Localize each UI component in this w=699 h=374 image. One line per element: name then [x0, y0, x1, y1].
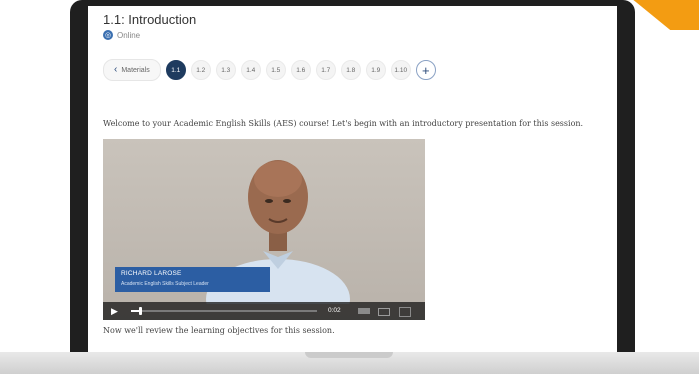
section-chip[interactable]: 1.1	[165, 60, 186, 80]
screen: 1.1: Introduction ◎ Online ‹ Materials 1…	[88, 6, 617, 352]
presenter-nametag: RICHARD LAROSE Academic English Skills S…	[115, 267, 270, 292]
section-nav: ‹ Materials 1.1 1.2 1.3 1.4 1.5 1.6 1.7 …	[103, 59, 436, 81]
play-icon[interactable]: ▶	[111, 306, 118, 317]
section-chip[interactable]: 1.8	[340, 60, 361, 80]
section-chip[interactable]: 1.7	[315, 60, 336, 80]
section-chip[interactable]: 1.4	[240, 60, 261, 80]
add-icon[interactable]: +	[415, 60, 436, 80]
volume-icon[interactable]	[358, 308, 370, 314]
materials-back-button[interactable]: ‹ Materials	[103, 59, 161, 81]
page-title: 1.1: Introduction	[103, 12, 197, 27]
section-chip[interactable]: 1.6	[290, 60, 311, 80]
screen-glare	[293, 6, 353, 34]
materials-label: Materials	[121, 66, 150, 74]
presenter-role: Academic English Skills Subject Leader	[121, 281, 209, 287]
objectives-paragraph: Now we'll review the learning objectives…	[103, 326, 335, 335]
laptop-base	[0, 352, 699, 374]
section-chip[interactable]: 1.10	[390, 60, 411, 80]
laptop-frame: 1.1: Introduction ◎ Online ‹ Materials 1…	[70, 0, 635, 352]
intro-paragraph: Welcome to your Academic English Skills …	[103, 119, 584, 128]
section-chip[interactable]: 1.9	[365, 60, 386, 80]
mode-label: Online	[117, 30, 141, 40]
video-player[interactable]: RICHARD LAROSE Academic English Skills S…	[103, 139, 425, 320]
fullscreen-icon[interactable]	[399, 307, 411, 317]
section-chip[interactable]: 1.5	[265, 60, 286, 80]
mode-row: ◎ Online	[103, 30, 140, 40]
video-seek-bar[interactable]	[131, 307, 317, 315]
globe-icon: ◎	[103, 30, 113, 40]
captions-icon[interactable]	[378, 308, 390, 316]
presenter-name: RICHARD LAROSE	[121, 270, 182, 277]
chevron-left-icon: ‹	[114, 64, 118, 75]
video-current-time: 0:02	[328, 307, 341, 314]
laptop-lip	[305, 352, 393, 358]
video-controls: ▶ 0:02	[103, 302, 425, 320]
video-seek-handle[interactable]	[139, 307, 143, 315]
section-chip[interactable]: 1.3	[215, 60, 236, 80]
section-chip[interactable]: 1.2	[190, 60, 211, 80]
